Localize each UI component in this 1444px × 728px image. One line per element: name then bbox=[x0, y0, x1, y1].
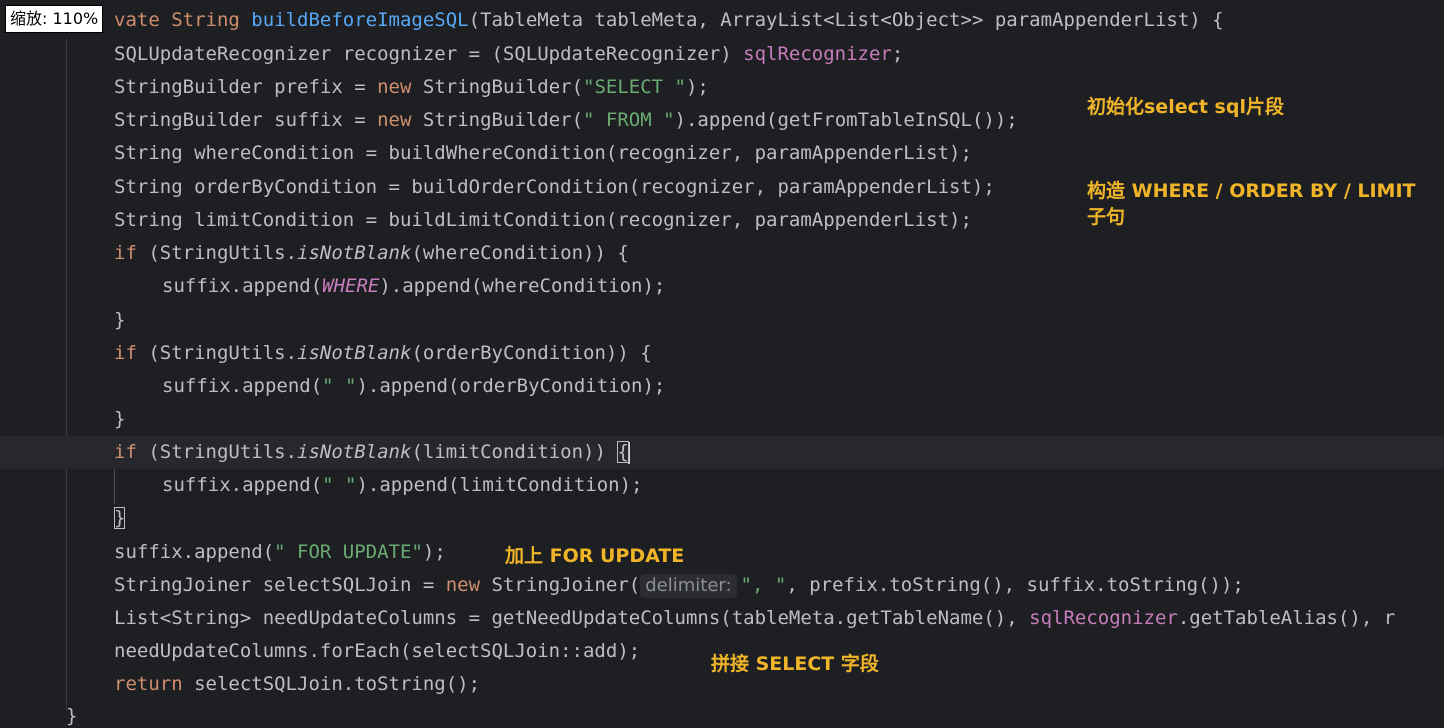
code-field: sqlRecognizer bbox=[743, 43, 892, 65]
code-text: ; bbox=[891, 43, 904, 65]
code-field: sqlRecognizer bbox=[1029, 607, 1178, 629]
parameter-hint: delimiter: bbox=[640, 574, 737, 598]
code-text: suffix.append( bbox=[162, 275, 323, 297]
code-text: } bbox=[114, 408, 126, 430]
code-line[interactable]: SQLUpdateRecognizer recognizer = (SQLUpd… bbox=[0, 38, 1444, 71]
code-line[interactable]: if (StringUtils.isNotBlank(orderByCondit… bbox=[0, 337, 1444, 370]
code-line[interactable]: } bbox=[0, 700, 1444, 728]
annotation-init-select: 初始化select sql片段 bbox=[1087, 96, 1284, 118]
code-string: " " bbox=[322, 375, 357, 397]
code-keyword: new bbox=[377, 109, 412, 131]
code-text: SQLUpdateRecognizer recognizer = (SQLUpd… bbox=[114, 43, 744, 65]
code-text: needUpdateColumns.forEach(selectSQLJoin:… bbox=[114, 640, 641, 662]
code-editor[interactable]: 缩放: 110% vate String buildBeforeImageSQL… bbox=[0, 0, 1444, 728]
code-text: ).append(orderByCondition); bbox=[356, 375, 666, 397]
code-string: " FROM " bbox=[583, 109, 675, 131]
code-text: List<String> needUpdateColumns = getNeed… bbox=[114, 607, 1030, 629]
code-text: ); bbox=[422, 541, 446, 563]
code-line[interactable]: if (StringUtils.isNotBlank(whereConditio… bbox=[0, 237, 1444, 270]
code-text: String orderByCondition = buildOrderCond… bbox=[114, 176, 995, 198]
code-text: } bbox=[66, 705, 78, 727]
code-line[interactable]: suffix.append(" ").append(limitCondition… bbox=[0, 469, 1444, 502]
code-keyword: if bbox=[114, 242, 137, 264]
code-line[interactable]: List<String> needUpdateColumns = getNeed… bbox=[0, 602, 1444, 635]
code-string: "SELECT " bbox=[583, 76, 686, 98]
code-text: String limitCondition = buildLimitCondit… bbox=[114, 209, 972, 231]
code-text: (limitCondition)) bbox=[411, 441, 618, 463]
code-text: (StringUtils. bbox=[136, 342, 298, 364]
code-text: StringBuilder( bbox=[411, 109, 584, 131]
code-text: suffix.append( bbox=[114, 541, 275, 563]
zoom-indicator: 缩放: 110% bbox=[5, 5, 104, 33]
code-string: ", " bbox=[740, 574, 787, 596]
code-keyword: vate String bbox=[114, 9, 252, 31]
code-text: suffix.append( bbox=[162, 474, 323, 496]
code-text: , prefix.toString(), suffix.toString()); bbox=[786, 574, 1244, 596]
code-text: StringJoiner( bbox=[480, 574, 641, 596]
code-static-field: WHERE bbox=[322, 275, 380, 297]
code-text: .getTableAlias(), r bbox=[1177, 607, 1396, 629]
annotation-build-clauses: 构造 WHERE / ORDER BY / LIMIT 子句 bbox=[1087, 180, 1416, 228]
code-line[interactable]: StringJoiner selectSQLJoin = new StringJ… bbox=[0, 569, 1444, 602]
code-keyword: if bbox=[114, 441, 137, 463]
code-text: String whereCondition = buildWhereCondit… bbox=[114, 142, 972, 164]
code-line[interactable]: String whereCondition = buildWhereCondit… bbox=[0, 137, 1444, 170]
code-line[interactable]: suffix.append(WHERE).append(whereConditi… bbox=[0, 270, 1444, 303]
code-text: StringBuilder suffix = bbox=[114, 109, 378, 131]
code-keyword: return bbox=[114, 673, 183, 695]
code-text: selectSQLJoin.toString(); bbox=[182, 673, 481, 695]
code-text: (TableMeta tableMeta, ArrayList<List<Obj… bbox=[468, 9, 1224, 31]
code-string: " FOR UPDATE" bbox=[274, 541, 423, 563]
code-text: ).append(getFromTableInSQL()); bbox=[674, 109, 1018, 131]
code-line[interactable]: } bbox=[0, 403, 1444, 436]
code-text: ).append(whereCondition); bbox=[379, 275, 666, 297]
code-line[interactable]: vate String buildBeforeImageSQL(TableMet… bbox=[0, 4, 1444, 37]
code-keyword: if bbox=[114, 342, 137, 364]
code-text: StringJoiner selectSQLJoin = bbox=[114, 574, 446, 596]
code-text: (whereCondition)) { bbox=[411, 242, 629, 264]
code-text: (StringUtils. bbox=[136, 242, 298, 264]
code-static-method: isNotBlank bbox=[297, 242, 412, 264]
code-keyword: new bbox=[445, 574, 481, 596]
annotation-for-update: 加上 FOR UPDATE bbox=[505, 545, 685, 567]
matched-brace: } bbox=[114, 507, 126, 529]
code-static-method: isNotBlank bbox=[297, 441, 412, 463]
annotation-join-select: 拼接 SELECT 字段 bbox=[711, 653, 879, 675]
code-text: ); bbox=[685, 76, 709, 98]
code-text: suffix.append( bbox=[162, 375, 323, 397]
code-text: (StringUtils. bbox=[136, 441, 298, 463]
method-name: buildBeforeImageSQL bbox=[251, 9, 469, 31]
code-text: StringBuilder( bbox=[411, 76, 584, 98]
code-text: ).append(limitCondition); bbox=[356, 474, 643, 496]
code-text: (orderByCondition)) { bbox=[411, 342, 652, 364]
code-text: } bbox=[114, 309, 126, 331]
code-line-current[interactable]: if (StringUtils.isNotBlank(limitConditio… bbox=[0, 436, 1444, 469]
code-static-method: isNotBlank bbox=[297, 342, 412, 364]
text-caret bbox=[627, 441, 630, 464]
code-line[interactable]: } bbox=[0, 502, 1444, 535]
code-string: " " bbox=[322, 474, 357, 496]
code-line[interactable]: } bbox=[0, 304, 1444, 337]
code-keyword: new bbox=[377, 76, 412, 98]
code-text: StringBuilder prefix = bbox=[114, 76, 378, 98]
code-line[interactable]: suffix.append(" ").append(orderByConditi… bbox=[0, 370, 1444, 403]
